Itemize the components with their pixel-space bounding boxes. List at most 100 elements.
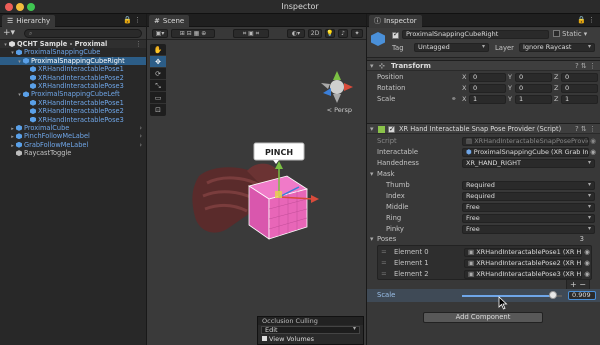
- position-z-field[interactable]: 0: [561, 72, 598, 82]
- scale-y-field[interactable]: 1: [515, 94, 552, 104]
- tab-scene[interactable]: # Scene: [149, 15, 190, 27]
- object-picker-icon[interactable]: ◉: [584, 247, 590, 257]
- panel-menu-icon[interactable]: 🔒⋮: [577, 16, 597, 24]
- hierarchy-row[interactable]: ▾ QCHT Sample - Proximal ⋮: [0, 40, 146, 49]
- snap-toggles[interactable]: ⌗ ▣ ⌗: [233, 29, 269, 38]
- drag-handle-icon[interactable]: =: [381, 247, 387, 257]
- hierarchy-row[interactable]: ▸ ProximalCube ›: [0, 124, 146, 132]
- mask-finger-dropdown[interactable]: Free: [462, 202, 595, 212]
- mask-finger-dropdown[interactable]: Free: [462, 213, 595, 223]
- toggle-2d-button[interactable]: 2D: [308, 29, 322, 38]
- mask-finger-dropdown[interactable]: Required: [462, 180, 595, 190]
- drag-handle-icon[interactable]: =: [381, 269, 387, 279]
- view-volumes-toggle[interactable]: View Volumes: [258, 335, 363, 344]
- poses-count[interactable]: 3: [580, 234, 584, 244]
- lighting-toggle-icon[interactable]: 💡: [325, 29, 335, 38]
- object-picker-icon[interactable]: ◉: [590, 147, 596, 157]
- draw-mode-dropdown[interactable]: ▣▾: [152, 29, 168, 38]
- mask-foldout[interactable]: ▾ Mask: [367, 169, 600, 179]
- info-icon: ⓘ: [374, 17, 381, 25]
- orientation-gizmo[interactable]: [321, 71, 353, 103]
- object-picker-icon[interactable]: ◉: [584, 258, 590, 268]
- scene-menu-icon[interactable]: ⋮: [135, 40, 142, 48]
- occlusion-culling-title: Occlusion Culling: [258, 317, 363, 325]
- interactable-field[interactable]: ⬢ ProximalSnappingCube (XR Grab Inter: [462, 147, 589, 157]
- rotation-x-field[interactable]: 0: [469, 83, 506, 93]
- static-checkbox[interactable]: [553, 30, 560, 37]
- hierarchy-row[interactable]: ▸ PinchFollowMeLabel ›: [0, 132, 146, 140]
- hierarchy-row[interactable]: XRHandInteractablePose1: [0, 65, 146, 73]
- hierarchy-row[interactable]: ▾ ProximalSnappingCubeRight: [0, 56, 146, 66]
- component-menu-icon[interactable]: ? ⇅ ⋮: [575, 124, 596, 134]
- hierarchy-row[interactable]: XRHandInteractablePose3: [0, 82, 146, 90]
- add-object-button[interactable]: +▾: [3, 28, 15, 38]
- mask-finger-dropdown[interactable]: Free: [462, 224, 595, 234]
- prefab-arrow-icon[interactable]: ›: [139, 124, 142, 132]
- hierarchy-toolbar: +▾ ⌕: [0, 27, 146, 40]
- script-file-icon: ▤: [466, 136, 473, 145]
- mask-finger-dropdown[interactable]: Required: [462, 191, 595, 201]
- hierarchy-row[interactable]: ▸ GrabFollowMeLabel ›: [0, 141, 146, 149]
- effects-dropdown[interactable]: ✦: [351, 29, 363, 38]
- prefab-arrow-icon[interactable]: ›: [139, 141, 142, 149]
- pose-element-label: Element 0: [394, 248, 429, 256]
- scale-value-field[interactable]: 0.909: [568, 291, 596, 300]
- prefab-arrow-icon[interactable]: ›: [139, 132, 142, 140]
- snap-pose-provider-header[interactable]: ▾ XR Hand Interactable Snap Pose Provide…: [367, 123, 600, 134]
- component-menu-icon[interactable]: ? ⇅ ⋮: [575, 61, 596, 71]
- mask-label: Mask: [377, 170, 395, 178]
- tab-hierarchy[interactable]: ☰ Hierarchy: [2, 15, 56, 27]
- hierarchy-search-input[interactable]: ⌕: [24, 29, 142, 38]
- hierarchy-row[interactable]: XRHandInteractablePose1: [0, 99, 146, 107]
- handedness-dropdown[interactable]: XR_HAND_RIGHT: [462, 158, 595, 168]
- hierarchy-row[interactable]: XRHandInteractablePose2: [0, 107, 146, 115]
- rotation-z-field[interactable]: 0: [561, 83, 598, 93]
- transform-header[interactable]: ▾ ⊹ Transform ? ⇅ ⋮: [367, 60, 600, 71]
- transform-scale-label: Scale: [377, 95, 396, 103]
- layer-dropdown[interactable]: Ignore Raycast: [519, 43, 595, 52]
- pose-element-row: = Element 0 ▣ XRHandInteractablePose1 (XR …: [367, 247, 600, 257]
- scale-z-field[interactable]: 1: [561, 94, 598, 104]
- scene-viewport[interactable]: PINCH: [147, 41, 366, 345]
- cube-icon: [16, 124, 22, 131]
- remove-element-button[interactable]: −: [579, 280, 586, 289]
- rotation-y-field[interactable]: 0: [515, 83, 552, 93]
- hierarchy-row[interactable]: ▾ ProximalSnappingCube: [0, 48, 146, 56]
- occlusion-mode-dropdown[interactable]: Edit: [261, 326, 360, 334]
- hierarchy-row[interactable]: XRHandInteractablePose2: [0, 74, 146, 82]
- scale-slider-track[interactable]: [462, 295, 562, 297]
- tag-dropdown[interactable]: Untagged: [414, 43, 489, 52]
- cube-icon: ⬢: [466, 147, 472, 156]
- static-toggle[interactable]: Static ▾: [553, 30, 587, 38]
- hierarchy-row[interactable]: RaycastToggle: [0, 149, 146, 157]
- gizmo-toggles[interactable]: ⊞ ⊟ ▦ ⊕: [171, 29, 215, 38]
- add-element-button[interactable]: +: [570, 280, 577, 289]
- panel-menu-icon[interactable]: 🔒⋮: [123, 16, 143, 24]
- object-picker-icon[interactable]: ◉: [584, 269, 590, 279]
- hierarchy-row-label: GrabFollowMeLabel: [24, 140, 89, 149]
- pinch-label: PINCH: [253, 142, 305, 164]
- hierarchy-row[interactable]: ▾ ProximalSnappingCubeLeft: [0, 90, 146, 98]
- drag-handle-icon[interactable]: =: [381, 258, 387, 268]
- view-volumes-checkbox[interactable]: [262, 336, 267, 341]
- object-name-field[interactable]: ProximalSnappingCubeRight: [402, 30, 549, 39]
- script-enabled-checkbox[interactable]: [388, 124, 395, 134]
- pose-element-field[interactable]: ▣ XRHandInteractablePose3 (XR Hand: [464, 269, 582, 279]
- scale-x-field[interactable]: 1: [469, 94, 506, 104]
- pose-element-field[interactable]: ▣ XRHandInteractablePose1 (XR Hand: [464, 247, 582, 257]
- transform-rotation-row: Rotation X 0 Y 0 Z 0: [367, 83, 600, 93]
- active-checkbox[interactable]: [392, 30, 399, 39]
- pink-cube[interactable]: [248, 175, 308, 240]
- scale-slider-handle[interactable]: [548, 291, 557, 299]
- audio-toggle-icon[interactable]: ♪: [338, 29, 348, 38]
- persp-label[interactable]: < Persp: [327, 106, 352, 114]
- position-x-field[interactable]: 0: [469, 72, 506, 82]
- pose-element-field[interactable]: ▣ XRHandInteractablePose2 (XR Hand: [464, 258, 582, 268]
- link-icon[interactable]: ⚭: [451, 94, 457, 104]
- add-component-button[interactable]: Add Component: [423, 312, 543, 323]
- hierarchy-row[interactable]: XRHandInteractablePose3: [0, 116, 146, 124]
- position-y-field[interactable]: 0: [515, 72, 552, 82]
- tab-inspector[interactable]: ⓘ Inspector: [369, 15, 422, 27]
- shading-dropdown[interactable]: ◐▾: [287, 29, 305, 38]
- poses-foldout[interactable]: ▾ Poses 3: [367, 234, 600, 244]
